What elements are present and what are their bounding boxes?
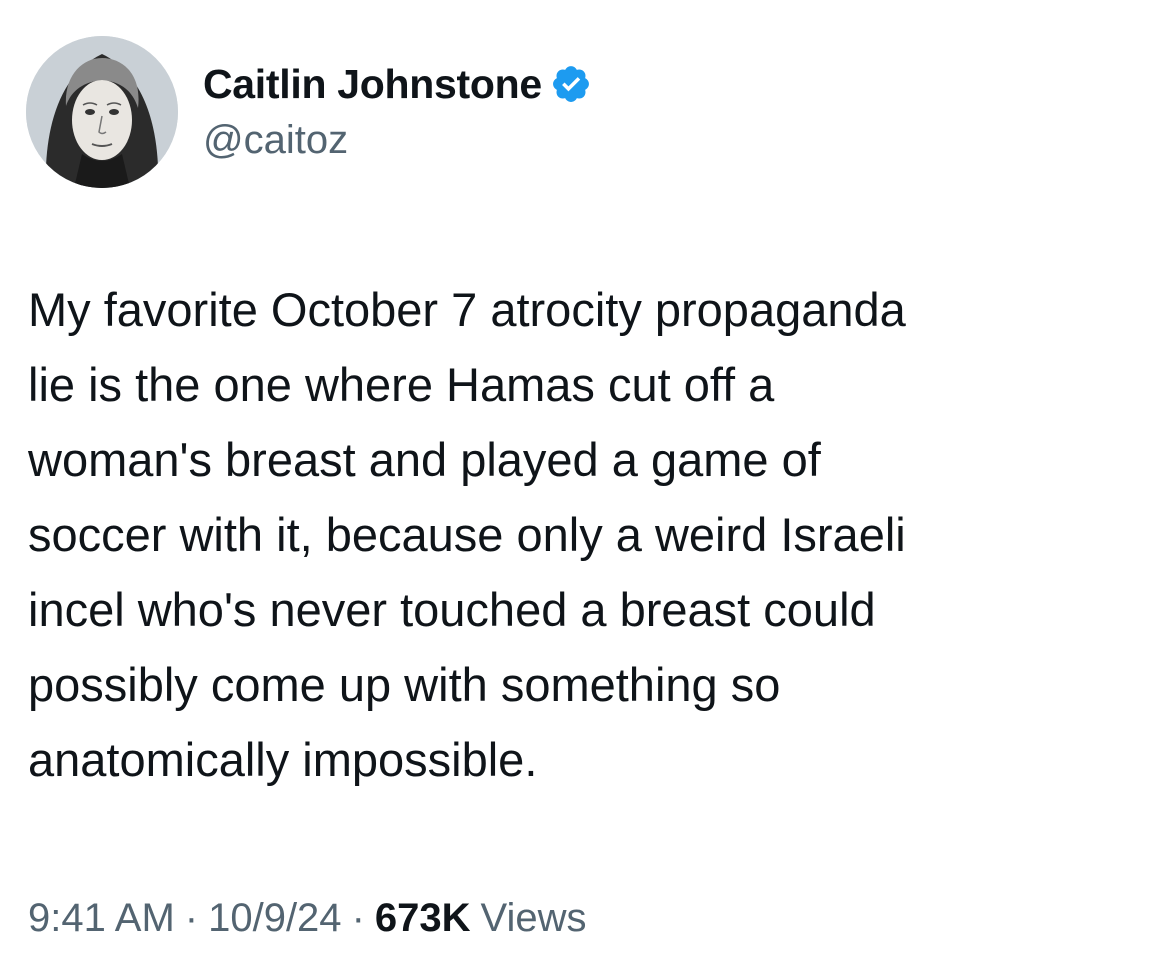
tweet-meta: 9:41 AM · 10/9/24 · 673K Views	[28, 890, 587, 946]
tweet-text: My favorite October 7 atrocity propagand…	[28, 283, 906, 786]
meta-separator: ·	[351, 895, 365, 940]
avatar[interactable]	[26, 36, 178, 188]
author-handle[interactable]: @caitoz	[203, 118, 348, 163]
views-count: 673K	[374, 895, 471, 940]
tweet-card: Caitlin Johnstone @caitoz My favorite Oc…	[0, 0, 1152, 970]
author-name-row: Caitlin Johnstone	[203, 56, 592, 112]
tweet-date[interactable]: 10/9/24	[208, 896, 341, 941]
views-label: Views	[480, 895, 587, 940]
verified-badge-icon	[550, 63, 592, 105]
avatar-illustration	[26, 36, 178, 188]
author-display-name[interactable]: Caitlin Johnstone	[203, 61, 542, 108]
meta-separator: ·	[184, 895, 199, 940]
tweet-time[interactable]: 9:41 AM	[28, 896, 175, 941]
